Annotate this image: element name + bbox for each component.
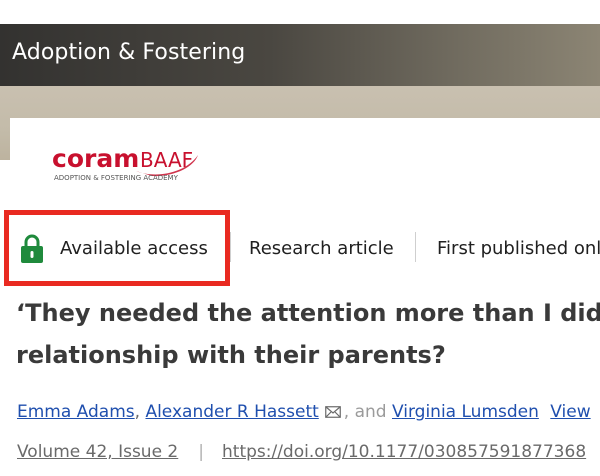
- article-title-line-1: ‘They needed the attention more than I d…: [16, 299, 600, 327]
- publication-divider: |: [198, 442, 204, 462]
- publication-info: Volume 42, Issue 2 | https://doi.org/10.11…: [17, 442, 586, 462]
- access-status-label: Available access: [60, 238, 208, 259]
- logo-tagline: ADOPTION & FOSTERING ACADEMY: [54, 174, 179, 182]
- journal-title[interactable]: Adoption & Fostering: [12, 40, 245, 65]
- author-conjunction: , and: [343, 402, 387, 422]
- author-link[interactable]: Emma Adams: [17, 402, 135, 422]
- volume-issue-link[interactable]: Volume 42, Issue 2: [17, 442, 178, 462]
- meta-divider: [415, 232, 416, 262]
- article-title: ‘They needed the attention more than I d…: [16, 292, 600, 376]
- top-strip: [0, 0, 600, 24]
- coram-baaf-logo: coram BAAF ADOPTION & FOSTERING ACADEMY: [52, 144, 198, 182]
- logo-brand-main: coram: [52, 144, 139, 173]
- publisher-logo[interactable]: coram BAAF ADOPTION & FOSTERING ACADEMY: [44, 133, 206, 191]
- meta-divider: [230, 232, 231, 262]
- author-list: Emma Adams, Alexander R Hassett , and Vir…: [17, 402, 591, 422]
- mail-icon[interactable]: [324, 406, 341, 418]
- first-published-label: First published onl: [437, 238, 600, 259]
- article-title-line-2: relationship with their parents?: [16, 341, 446, 369]
- author-separator: ,: [134, 402, 146, 422]
- author-link[interactable]: Virginia Lumsden: [392, 402, 539, 422]
- lock-icon: [21, 234, 43, 263]
- author-link[interactable]: Alexander R Hassett: [145, 402, 318, 422]
- doi-link[interactable]: https://doi.org/10.1177/030857591877368: [222, 442, 586, 462]
- article-type-label: Research article: [249, 238, 394, 259]
- view-authors-link[interactable]: View: [550, 402, 590, 422]
